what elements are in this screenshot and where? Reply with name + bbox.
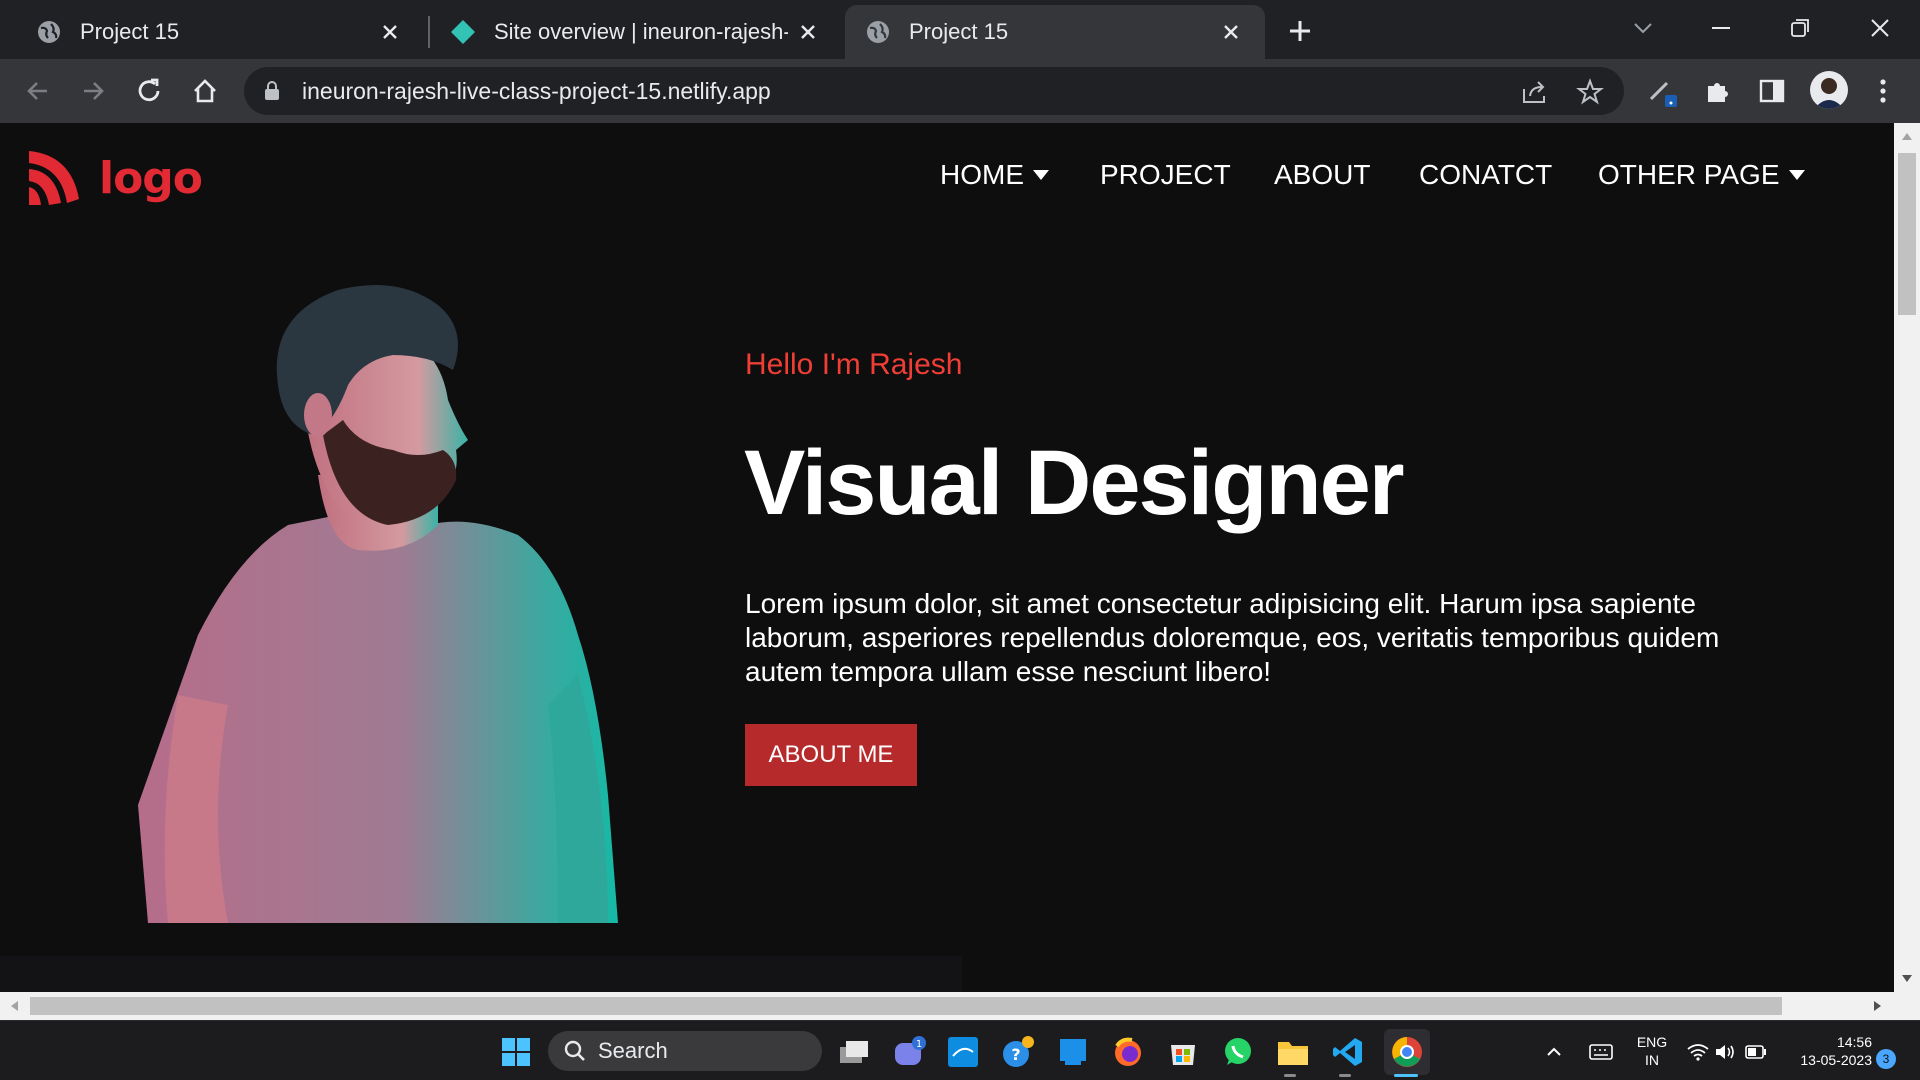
address-bar[interactable]: ineuron-rajesh-live-class-project-15.net…	[244, 67, 1624, 115]
horizontal-scrollbar[interactable]	[0, 992, 1894, 1020]
scroll-down-icon[interactable]	[1901, 974, 1913, 984]
file-explorer-icon[interactable]	[1274, 1033, 1312, 1071]
close-icon[interactable]	[378, 20, 402, 44]
running-indicator	[1284, 1074, 1296, 1077]
dell-app-icon[interactable]	[1054, 1033, 1092, 1071]
svg-text:?: ?	[1011, 1045, 1020, 1064]
browser-tab-active[interactable]: Project 15	[845, 5, 1265, 59]
share-icon[interactable]	[1520, 77, 1550, 107]
tab-title: Site overview | ineuron-rajesh-live-clas…	[494, 19, 788, 44]
running-indicator	[1339, 1074, 1351, 1077]
nav-about-label: ABOUT	[1274, 159, 1371, 190]
caret-down-icon	[1788, 170, 1805, 180]
logo-text: logo	[99, 152, 203, 204]
globe-icon	[38, 21, 60, 43]
chrome-icon[interactable]	[1384, 1029, 1430, 1075]
teams-badge-count: 1	[916, 1039, 922, 1050]
restore-icon[interactable]	[1782, 10, 1818, 46]
nav-contact-label: CONATCT	[1419, 159, 1553, 190]
nav-home[interactable]: HOME	[940, 159, 1050, 191]
battery-icon[interactable]	[1744, 1033, 1768, 1071]
extensions-puzzle-icon[interactable]	[1700, 73, 1736, 109]
close-icon[interactable]	[1219, 20, 1243, 44]
wifi-icon[interactable]	[1686, 1033, 1710, 1071]
clock-date: 13-05-2023	[1800, 1052, 1872, 1068]
tab-title: Project 15	[909, 19, 1009, 44]
browser-tab[interactable]: Site overview | ineuron-rajesh-live-clas…	[432, 5, 842, 59]
task-view-icon[interactable]	[835, 1033, 873, 1071]
microsoft-store-icon[interactable]	[1164, 1033, 1202, 1071]
vscode-icon[interactable]	[1329, 1033, 1367, 1071]
vertical-scrollbar[interactable]	[1894, 123, 1920, 992]
whatsapp-icon[interactable]	[1219, 1033, 1257, 1071]
nav-about[interactable]: ABOUT	[1274, 159, 1370, 191]
teams-chat-icon[interactable]: 1	[890, 1033, 928, 1071]
netlify-icon	[451, 20, 475, 44]
taskbar-search-label: Search	[598, 1038, 668, 1063]
hero-portrait-image	[138, 285, 618, 923]
search-icon	[564, 1040, 585, 1061]
minimize-icon[interactable]	[1703, 10, 1739, 46]
volume-icon[interactable]	[1713, 1033, 1737, 1071]
site-logo[interactable]: logo	[25, 149, 203, 207]
back-arrow-icon[interactable]	[18, 71, 58, 111]
tab-search-icon[interactable]	[1625, 10, 1661, 46]
windows-start-icon[interactable]	[497, 1033, 535, 1071]
myhp-icon[interactable]	[944, 1033, 982, 1071]
next-section-edge	[0, 956, 962, 992]
nav-project-label: PROJECT	[1100, 159, 1231, 190]
page-viewport: logo HOME PROJECT ABOUT CONATCT OTHER PA…	[0, 123, 1894, 992]
hero-description: Lorem ipsum dolor, sit amet consectetur …	[745, 588, 1720, 687]
reload-icon[interactable]	[129, 71, 169, 111]
language-code: ENG	[1636, 1034, 1668, 1050]
chevron-up-icon[interactable]	[1542, 1033, 1566, 1071]
nav-other-page[interactable]: OTHER PAGE	[1598, 159, 1806, 191]
nav-contact[interactable]: CONATCT	[1419, 159, 1552, 191]
region-code: IN	[1645, 1052, 1659, 1068]
globe-icon	[867, 21, 889, 43]
scroll-up-icon[interactable]	[1901, 131, 1913, 141]
language-indicator[interactable]: ENG IN	[1632, 1033, 1672, 1069]
url-text[interactable]: ineuron-rajesh-live-class-project-15.net…	[302, 78, 771, 105]
vertical-scroll-thumb[interactable]	[1898, 153, 1916, 315]
avatar[interactable]	[1810, 71, 1848, 109]
more-menu-icon[interactable]	[1865, 73, 1901, 109]
side-panel-icon[interactable]	[1754, 73, 1790, 109]
browser-toolbar: ineuron-rajesh-live-class-project-15.net…	[0, 59, 1920, 123]
tab-title: Project 15	[80, 19, 180, 44]
clock[interactable]: 14:56 13-05-2023	[1784, 1033, 1872, 1069]
clock-time: 14:56	[1836, 1034, 1872, 1050]
get-help-icon[interactable]: ?	[999, 1033, 1037, 1071]
nav-other-page-label: OTHER PAGE	[1598, 159, 1780, 190]
taskbar: Search 1 ? ENG IN 14:56 13-05-2023 3	[0, 1020, 1920, 1080]
close-icon[interactable]	[796, 20, 820, 44]
taskbar-search-box[interactable]: Search	[548, 1031, 822, 1071]
notification-badge[interactable]: 3	[1876, 1049, 1896, 1069]
scrollbar-corner	[1894, 992, 1920, 1020]
caret-down-icon	[1033, 170, 1049, 180]
new-tab-button[interactable]	[1283, 14, 1317, 48]
logo-icon	[29, 151, 79, 205]
browser-tab-strip: Project 15 Site overview | ineuron-rajes…	[0, 0, 1920, 59]
lock-icon[interactable]	[264, 81, 280, 101]
hero-greeting: Hello I'm Rajesh	[745, 348, 963, 381]
firefox-icon[interactable]	[1109, 1033, 1147, 1071]
scroll-right-icon[interactable]	[1873, 1000, 1883, 1012]
pen-extension-icon[interactable]	[1645, 73, 1681, 109]
nav-home-label: HOME	[940, 159, 1024, 190]
browser-tab[interactable]: Project 15	[0, 5, 424, 59]
keyboard-icon[interactable]	[1584, 1033, 1618, 1071]
home-icon[interactable]	[185, 71, 225, 111]
about-me-button[interactable]: ABOUT ME	[745, 724, 917, 786]
close-window-icon[interactable]	[1862, 10, 1898, 46]
bookmark-star-icon[interactable]	[1575, 77, 1605, 107]
horizontal-scroll-thumb[interactable]	[30, 997, 1782, 1015]
scroll-left-icon[interactable]	[9, 1000, 19, 1012]
nav-project[interactable]: PROJECT	[1100, 159, 1231, 191]
active-indicator	[1394, 1074, 1418, 1077]
hero-headline: Visual Designer	[744, 432, 1405, 534]
tab-divider	[428, 16, 430, 48]
forward-arrow-icon[interactable]	[73, 71, 113, 111]
